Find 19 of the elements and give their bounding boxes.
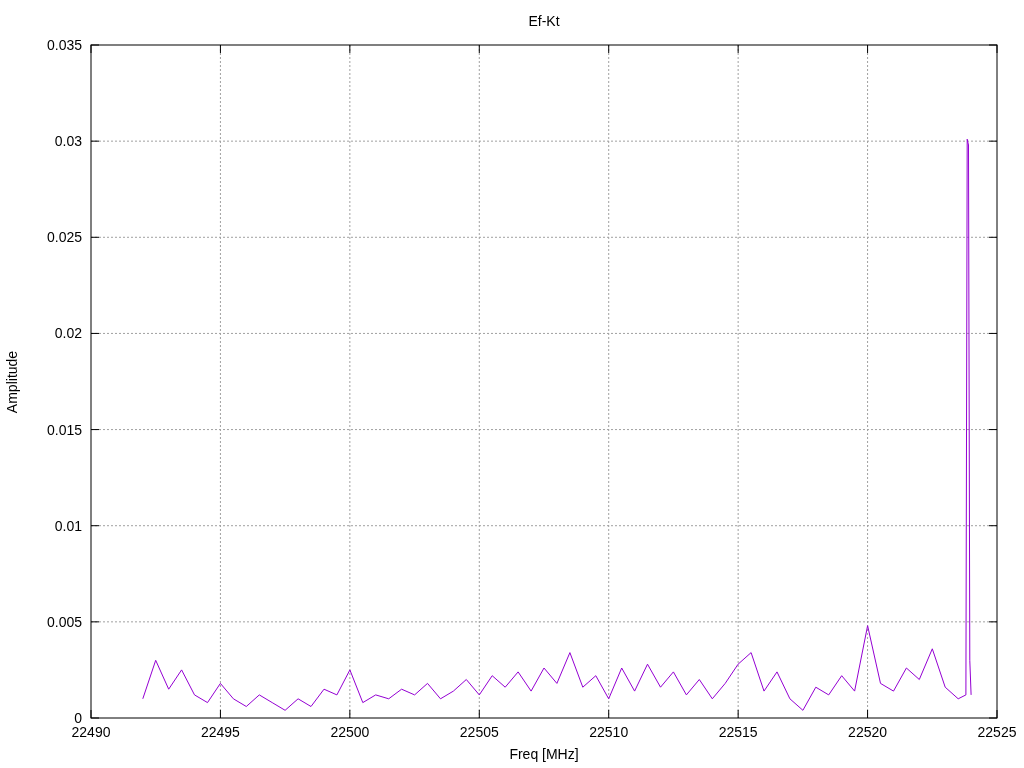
tick-label: 22500 xyxy=(330,724,370,740)
tick-label: 0.03 xyxy=(54,133,82,150)
tick-label: 22505 xyxy=(459,724,499,740)
tick-label: 0 xyxy=(74,710,82,726)
tick-label: 0.015 xyxy=(46,421,82,438)
chart-title: Ef-Kt xyxy=(528,13,560,29)
tick-label: 22525 xyxy=(977,724,1017,740)
tick-label: 0.01 xyxy=(54,517,82,534)
tick-label: 0.025 xyxy=(46,229,82,246)
tick-label: 0.005 xyxy=(46,613,82,630)
tick-label: 22510 xyxy=(589,724,629,740)
tick-label: 22490 xyxy=(71,724,111,740)
tick-label: 22520 xyxy=(848,724,888,740)
axis-label: Freq [MHz] xyxy=(509,746,579,762)
tick-label: 22495 xyxy=(200,724,240,740)
tick-label: 0.035 xyxy=(46,37,82,53)
axis-label: Amplitude xyxy=(4,350,20,414)
tick-label: 22515 xyxy=(718,724,758,740)
tick-label: 0.02 xyxy=(54,325,82,342)
